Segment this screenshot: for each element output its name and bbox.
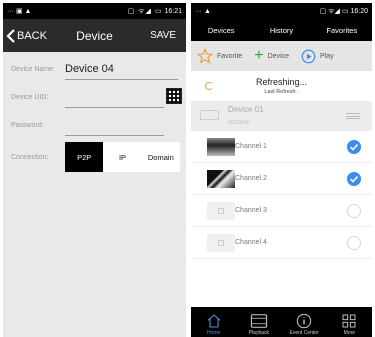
device-name-row: Device Name: Device 04	[3, 56, 186, 84]
channel-name: Channel 2	[235, 175, 267, 182]
password-label: Password:	[11, 122, 44, 129]
tab-devices[interactable]: Devices	[191, 26, 251, 41]
connection-segmented-control: P2P IP Domain	[65, 142, 180, 172]
nav-more[interactable]: More	[327, 307, 372, 337]
refresh-title: Refreshing...	[255, 77, 308, 87]
device-edit-screen: ··· ▣ ▲ ▢ ᯤ◢ ▭ 16:21 BACK Device SAVE De…	[3, 3, 186, 337]
back-button[interactable]: BACK	[3, 19, 47, 52]
device-thumbnail	[200, 110, 219, 120]
device-list-screen: Devices History Favorites ··· ▲ ▢ ᯤ◢ ▭ 1…	[191, 3, 372, 337]
play-icon	[301, 49, 316, 63]
status-time: 16:21	[164, 7, 182, 15]
empty-circle-icon[interactable]	[347, 236, 361, 250]
device-uid-label: Device UID:	[11, 94, 49, 101]
more-icon	[342, 314, 356, 328]
refresh-subtitle: Last Refresh :	[264, 89, 299, 95]
device-uid-field[interactable]	[65, 88, 164, 108]
status-bar: ··· ▣ ▲ ▢ ᯤ◢ ▭ 16:21	[3, 3, 186, 19]
nav-more-label: More	[343, 330, 356, 336]
bottom-nav: Home Playback Event Center More	[191, 307, 372, 337]
status-right-icons: ▢ ᯤ◢ ▭	[319, 7, 349, 15]
channel-name: Channel 1	[235, 143, 267, 150]
add-device-button[interactable]: + Device	[254, 48, 289, 64]
empty-circle-icon[interactable]	[347, 204, 361, 218]
status-bar: ··· ▲ ▢ ᯤ◢ ▭ 16:20	[191, 3, 372, 19]
connection-option-ip[interactable]: IP	[103, 142, 141, 172]
device-label: Device	[267, 52, 290, 60]
channel-row-3[interactable]: Channel 3	[191, 195, 372, 227]
channel-row-1[interactable]: Channel 1	[191, 131, 372, 163]
tab-history[interactable]: History	[251, 26, 311, 41]
password-field[interactable]	[65, 116, 164, 136]
channel-thumbnail	[207, 138, 235, 156]
device-row[interactable]: Device 01 001315ch	[191, 101, 372, 131]
channel-row-4[interactable]: Channel 4	[191, 227, 372, 259]
favorite-label: Favorite	[217, 52, 243, 60]
connection-label: Connection:	[11, 154, 49, 161]
checkmark-icon[interactable]	[347, 172, 361, 186]
chevron-left-icon	[6, 28, 15, 43]
connection-row: Connection: P2P IP Domain	[3, 142, 186, 172]
channel-name: Channel 4	[235, 239, 267, 246]
nav-playback[interactable]: Playback	[236, 307, 281, 337]
channel-name: Channel 3	[235, 207, 267, 214]
favorite-button[interactable]: Favorite	[197, 48, 242, 64]
checkmark-icon[interactable]	[347, 140, 361, 154]
save-button[interactable]: SAVE	[150, 30, 186, 41]
qr-code-icon[interactable]	[166, 88, 182, 104]
home-icon	[207, 314, 220, 328]
info-icon	[296, 313, 312, 329]
toolbar: Favorite + Device Play	[191, 41, 372, 71]
nav-event-center[interactable]: Event Center	[282, 307, 327, 337]
password-row: Password:	[3, 112, 186, 140]
playback-icon	[250, 314, 268, 328]
image-placeholder-icon	[218, 208, 224, 214]
status-left-icons: ··· ▲	[195, 7, 211, 15]
loading-spinner-icon	[205, 82, 213, 90]
star-icon	[197, 48, 213, 64]
device-name-field[interactable]: Device 04	[65, 60, 178, 80]
back-label: BACK	[17, 29, 47, 42]
menu-icon[interactable]	[346, 113, 360, 119]
device-name: Device 01	[228, 105, 264, 114]
status-right-icons: ▢ ᯤ◢ ▭	[127, 7, 163, 15]
device-uid-row: Device UID:	[3, 84, 186, 112]
channel-thumbnail	[207, 234, 235, 252]
nav-home[interactable]: Home	[191, 307, 236, 337]
channel-thumbnail	[207, 170, 235, 188]
nav-event-center-label: Event Center	[289, 330, 319, 336]
channel-row-2[interactable]: Channel 2	[191, 163, 372, 195]
tab-favorites[interactable]: Favorites	[312, 26, 372, 41]
device-id: 001315ch	[228, 120, 250, 126]
connection-option-domain[interactable]: Domain	[142, 142, 180, 172]
refresh-indicator: Refreshing... Last Refresh :	[191, 71, 372, 101]
nav-home-label: Home	[206, 330, 221, 336]
header-bar: BACK Device SAVE	[3, 19, 186, 52]
device-form: Device Name: Device 04 Device UID: Passw…	[3, 52, 186, 172]
nav-playback-label: Playback	[248, 330, 270, 336]
plus-icon: +	[254, 47, 264, 64]
device-name-label: Device Name:	[11, 66, 55, 73]
play-button[interactable]: Play	[301, 49, 334, 64]
connection-option-p2p[interactable]: P2P	[65, 142, 104, 172]
channel-thumbnail	[207, 202, 235, 220]
image-placeholder-icon	[218, 240, 224, 246]
status-left-icons: ··· ▣ ▲	[7, 8, 32, 15]
play-label: Play	[320, 52, 334, 60]
status-time: 16:20	[350, 7, 368, 15]
